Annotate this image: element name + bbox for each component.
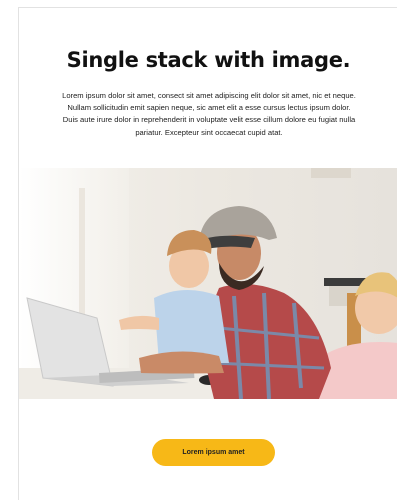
cta-button[interactable]: Lorem ipsum amet	[152, 439, 275, 466]
section-description: Lorem ipsum dolor sit amet, consect sit …	[62, 91, 356, 137]
family-laptop-photo	[19, 168, 397, 399]
email-section: Single stack with image. Lorem ipsum dol…	[18, 7, 397, 500]
section-title: Single stack with image.	[66, 48, 351, 72]
